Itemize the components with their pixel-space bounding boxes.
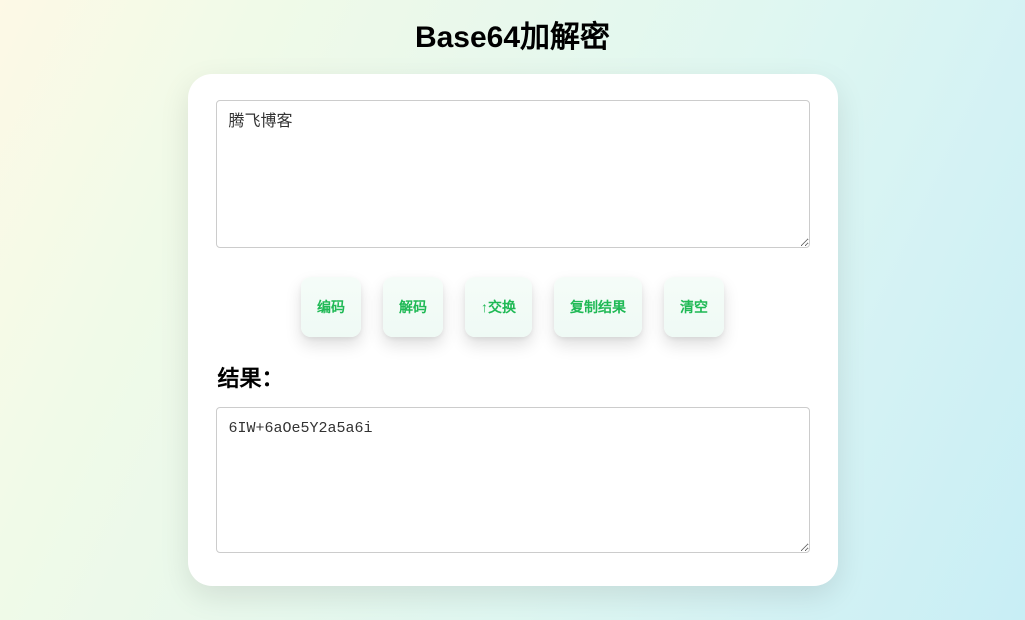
- clear-button[interactable]: 清空: [664, 277, 724, 337]
- main-card: 编码 解码 ↑交换 复制结果 清空 结果：: [188, 74, 838, 586]
- button-row: 编码 解码 ↑交换 复制结果 清空: [216, 277, 810, 337]
- encode-button[interactable]: 编码: [301, 277, 361, 337]
- output-textarea[interactable]: [216, 407, 810, 553]
- app-container: Base64加解密 编码 解码 ↑交换 复制结果 清空 结果：: [0, 0, 1025, 586]
- decode-button[interactable]: 解码: [383, 277, 443, 337]
- result-label: 结果：: [218, 361, 810, 393]
- swap-button[interactable]: ↑交换: [465, 277, 532, 337]
- input-textarea[interactable]: [216, 100, 810, 248]
- copy-result-button[interactable]: 复制结果: [554, 277, 642, 337]
- page-title: Base64加解密: [415, 12, 610, 56]
